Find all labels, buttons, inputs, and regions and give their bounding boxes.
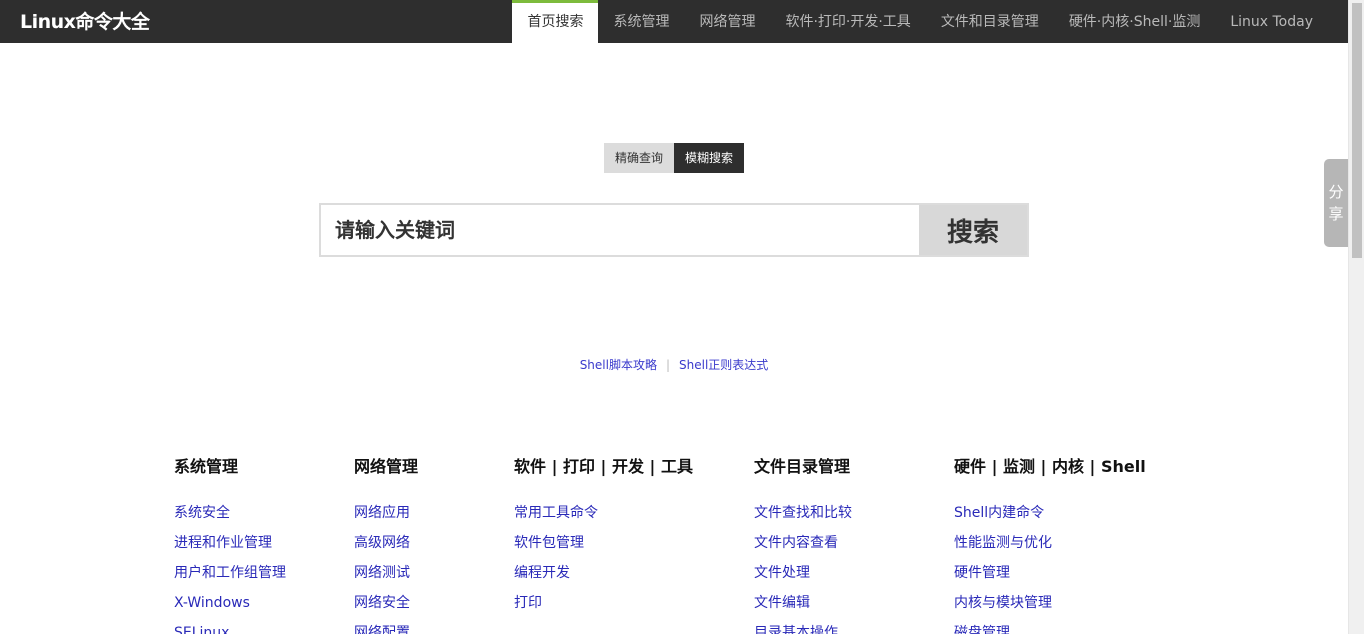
list-item: X-Windows <box>174 588 286 618</box>
list-item: 用户和工作组管理 <box>174 558 286 588</box>
nav-item-files-directories[interactable]: 文件和目录管理 <box>926 0 1054 43</box>
category-link[interactable]: 文件查找和比较 <box>754 505 852 521</box>
category-link[interactable]: 网络测试 <box>354 565 410 581</box>
category-title: 硬件 | 监测 | 内核 | Shell <box>954 457 1146 476</box>
list-item: SELinux <box>174 618 286 634</box>
share-label-line1: 分 <box>1328 183 1344 201</box>
list-item: 文件编辑 <box>754 588 852 618</box>
category-title: 软件 | 打印 | 开发 | 工具 <box>514 457 693 476</box>
nav-item-network-admin[interactable]: 网络管理 <box>684 0 770 43</box>
category-hardware-kernel: 硬件 | 监测 | 内核 | Shell Shell内建命令 性能监测与优化 硬… <box>954 456 1146 634</box>
category-link[interactable]: 磁盘管理 <box>954 625 1010 634</box>
list-item: 内核与模块管理 <box>954 588 1146 618</box>
category-list: 网络应用 高级网络 网络测试 网络安全 网络配置 <box>354 498 418 634</box>
category-link[interactable]: 软件包管理 <box>514 535 584 551</box>
list-item: 硬件管理 <box>954 558 1146 588</box>
category-link[interactable]: Shell内建命令 <box>954 505 1044 521</box>
search-mode-toggle: 精确查询 模糊搜索 <box>604 143 745 173</box>
category-link[interactable]: 网络配置 <box>354 625 410 634</box>
nav-item-linux-today[interactable]: Linux Today <box>1215 0 1328 43</box>
category-software-tools: 软件 | 打印 | 开发 | 工具 常用工具命令 软件包管理 编程开发 打印 <box>514 456 693 618</box>
list-item: 进程和作业管理 <box>174 528 286 558</box>
category-list: Shell内建命令 性能监测与优化 硬件管理 内核与模块管理 磁盘管理 <box>954 498 1146 634</box>
main-nav: 首页搜索 系统管理 网络管理 软件·打印·开发·工具 文件和目录管理 硬件·内核… <box>512 0 1328 43</box>
category-list: 常用工具命令 软件包管理 编程开发 打印 <box>514 498 693 618</box>
quick-links-separator: | <box>665 358 671 372</box>
shell-script-guide-link[interactable]: Shell脚本攻略 <box>580 358 657 372</box>
category-link[interactable]: 文件编辑 <box>754 595 810 611</box>
category-list: 文件查找和比较 文件内容查看 文件处理 文件编辑 目录基本操作 <box>754 498 852 634</box>
list-item: 网络测试 <box>354 558 418 588</box>
category-link[interactable]: 网络安全 <box>354 595 410 611</box>
category-list: 系统安全 进程和作业管理 用户和工作组管理 X-Windows SELinux <box>174 498 286 634</box>
list-item: 编程开发 <box>514 558 693 588</box>
vertical-scrollbar[interactable] <box>1348 0 1364 634</box>
category-link[interactable]: SELinux <box>174 625 229 634</box>
category-link[interactable]: 进程和作业管理 <box>174 535 272 551</box>
share-label-line2: 享 <box>1328 205 1344 223</box>
top-navigation-bar: Linux命令大全 首页搜索 系统管理 网络管理 软件·打印·开发·工具 文件和… <box>0 0 1348 43</box>
category-title: 网络管理 <box>354 457 419 476</box>
exact-query-button[interactable]: 精确查询 <box>604 143 675 173</box>
category-link[interactable]: 内核与模块管理 <box>954 595 1052 611</box>
nav-item-system-admin[interactable]: 系统管理 <box>598 0 684 43</box>
list-item: 网络应用 <box>354 498 418 528</box>
page: Linux命令大全 首页搜索 系统管理 网络管理 软件·打印·开发·工具 文件和… <box>0 0 1364 634</box>
category-title: 文件目录管理 <box>754 457 851 476</box>
category-link[interactable]: 硬件管理 <box>954 565 1010 581</box>
list-item: 高级网络 <box>354 528 418 558</box>
list-item: 目录基本操作 <box>754 618 852 634</box>
list-item: 软件包管理 <box>514 528 693 558</box>
category-network-admin: 网络管理 网络应用 高级网络 网络测试 网络安全 网络配置 <box>354 456 418 634</box>
nav-item-hardware-kernel[interactable]: 硬件·内核·Shell·监测 <box>1054 0 1216 43</box>
share-tab[interactable]: 分 享 <box>1324 159 1348 247</box>
site-logo[interactable]: Linux命令大全 <box>20 0 150 43</box>
scrollbar-thumb[interactable] <box>1352 3 1362 258</box>
search-input[interactable] <box>321 205 919 255</box>
list-item: 性能监测与优化 <box>954 528 1146 558</box>
shell-regex-link[interactable]: Shell正则表达式 <box>679 358 768 372</box>
list-item: Shell内建命令 <box>954 498 1146 528</box>
category-link[interactable]: 目录基本操作 <box>754 625 838 634</box>
category-link[interactable]: 文件内容查看 <box>754 535 838 551</box>
quick-links: Shell脚本攻略 | Shell正则表达式 <box>0 356 1348 373</box>
category-system-admin: 系统管理 系统安全 进程和作业管理 用户和工作组管理 X-Windows SEL… <box>174 456 286 634</box>
list-item: 常用工具命令 <box>514 498 693 528</box>
list-item: 文件内容查看 <box>754 528 852 558</box>
list-item: 网络配置 <box>354 618 418 634</box>
category-link[interactable]: 用户和工作组管理 <box>174 565 286 581</box>
category-link[interactable]: 打印 <box>514 595 542 611</box>
list-item: 文件处理 <box>754 558 852 588</box>
category-title: 系统管理 <box>174 457 239 476</box>
category-link[interactable]: 常用工具命令 <box>514 505 598 521</box>
search-box: 搜索 <box>319 203 1029 257</box>
nav-item-home-search[interactable]: 首页搜索 <box>512 0 599 43</box>
nav-item-software-tools[interactable]: 软件·打印·开发·工具 <box>770 0 925 43</box>
category-link[interactable]: 系统安全 <box>174 505 230 521</box>
list-item: 文件查找和比较 <box>754 498 852 528</box>
category-link[interactable]: 高级网络 <box>354 535 410 551</box>
list-item: 系统安全 <box>174 498 286 528</box>
category-link[interactable]: 编程开发 <box>514 565 570 581</box>
category-link[interactable]: 网络应用 <box>354 505 410 521</box>
list-item: 磁盘管理 <box>954 618 1146 634</box>
list-item: 打印 <box>514 588 693 618</box>
category-link[interactable]: 文件处理 <box>754 565 810 581</box>
fuzzy-search-button[interactable]: 模糊搜索 <box>674 143 745 173</box>
search-button[interactable]: 搜索 <box>919 205 1027 255</box>
list-item: 网络安全 <box>354 588 418 618</box>
category-link[interactable]: 性能监测与优化 <box>954 535 1052 551</box>
category-link[interactable]: X-Windows <box>174 595 250 611</box>
category-files-directories: 文件目录管理 文件查找和比较 文件内容查看 文件处理 文件编辑 目录基本操作 <box>754 456 852 634</box>
